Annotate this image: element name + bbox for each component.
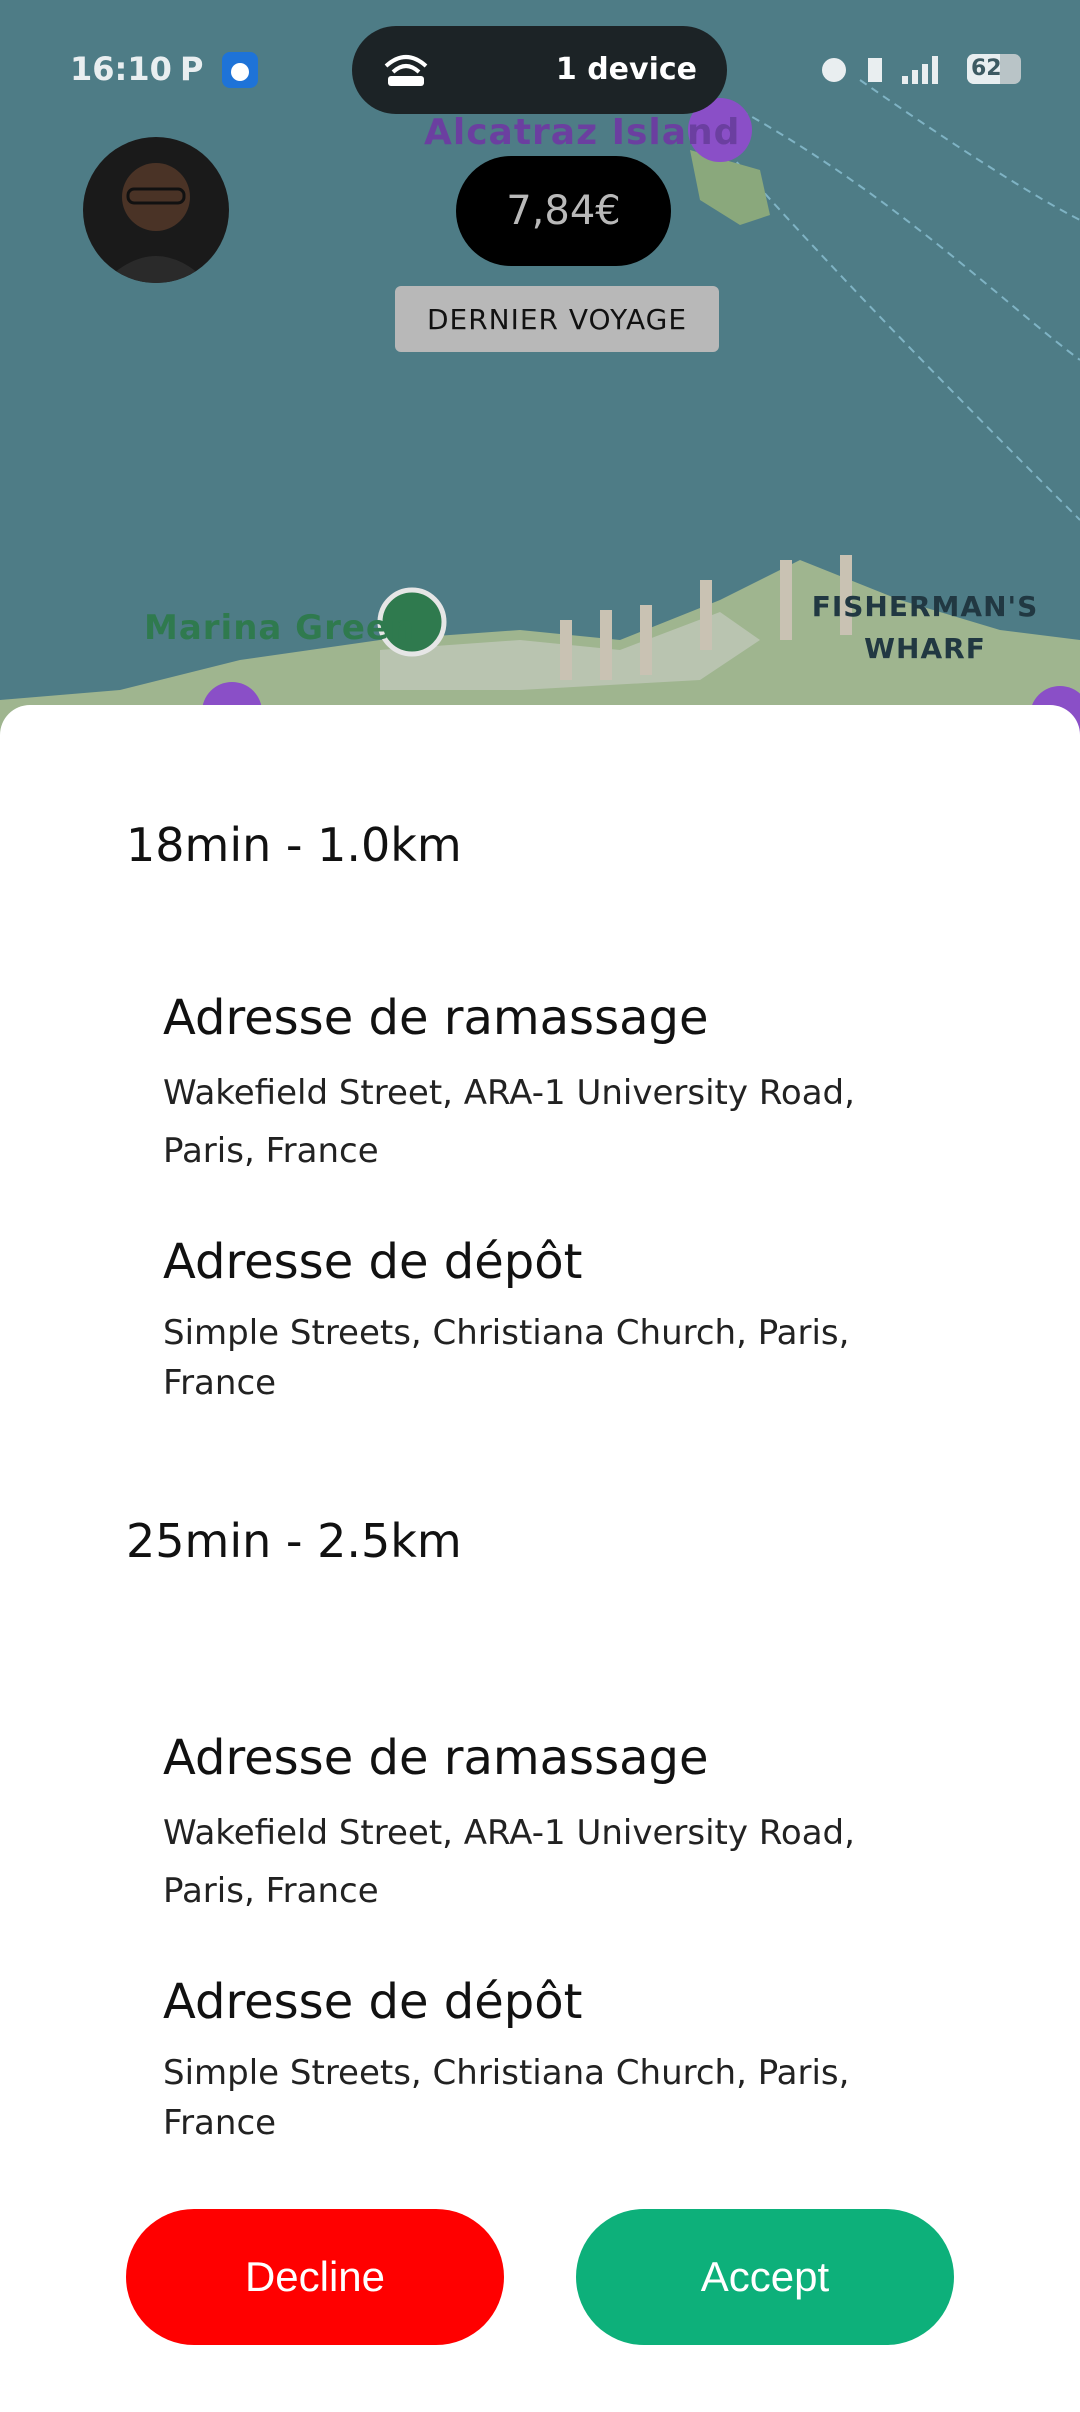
trip-2-dropoff-address: Simple Streets, Christiana Church, Paris… [163,2048,923,2148]
trip-1-pickup-address: Wakefield Street, ARA-1 University Road,… [163,1064,923,1180]
trip-2-dropoff-line1: Simple Streets, Christiana Church, Paris… [163,2053,850,2093]
avatar[interactable] [83,137,229,283]
decline-button[interactable]: Decline [126,2209,504,2345]
alarm-icon [822,58,846,82]
trip-2-meta: 25min - 2.5km [126,1514,462,1568]
last-trip-button[interactable]: DERNIER VOYAGE [395,286,719,352]
android-icon [222,52,258,88]
wifi-hotspot-icon [384,55,428,86]
trip-1-pickup-line2: Paris, France [163,1131,379,1171]
status-bar: 16:10 P 1 device 62 [0,0,1080,140]
device-count: 1 device [555,52,697,87]
status-time: 16:10 [70,50,172,88]
volte-icon [868,58,882,82]
battery-level: 62 [971,56,1002,81]
device-pill[interactable]: 1 device [352,26,727,114]
trip-2-pickup-line1: Wakefield Street, ARA-1 University Road, [163,1813,855,1853]
status-icons [820,50,960,94]
trip-2-pickup-line2: Paris, France [163,1871,379,1911]
parking-icon: P [180,50,204,88]
trip-2-pickup-title: Adresse de ramassage [163,1730,709,1786]
map-label-wharf: WHARF [864,632,986,665]
signal-icon [902,56,938,84]
trip-1-meta: 18min - 1.0km [126,818,462,872]
accept-button[interactable]: Accept [576,2209,954,2345]
map-label-fishermans: FISHERMAN'S [811,590,1039,623]
trip-1-dropoff-address: Simple Streets, Christiana Church, Paris… [163,1308,923,1408]
trip-2-dropoff-title: Adresse de dépôt [163,1974,583,2030]
map-label-fishermans-wharf: FISHERMAN'S WHARF [800,586,1050,670]
battery-icon: 62 [967,54,1021,84]
trip-price: 7,84€ [456,156,671,266]
trip-1-dropoff-line1: Simple Streets, Christiana Church, Paris… [163,1313,850,1353]
trip-1-dropoff-line2: France [163,1363,277,1403]
map-label-marina-green: Marina Green [144,608,416,648]
trip-2-dropoff-line2: France [163,2103,277,2143]
trip-1-pickup-title: Adresse de ramassage [163,990,709,1046]
trip-1-pickup-line1: Wakefield Street, ARA-1 University Road, [163,1073,855,1113]
trip-2-pickup-address: Wakefield Street, ARA-1 University Road,… [163,1804,923,1920]
trip-1-dropoff-title: Adresse de dépôt [163,1234,583,1290]
